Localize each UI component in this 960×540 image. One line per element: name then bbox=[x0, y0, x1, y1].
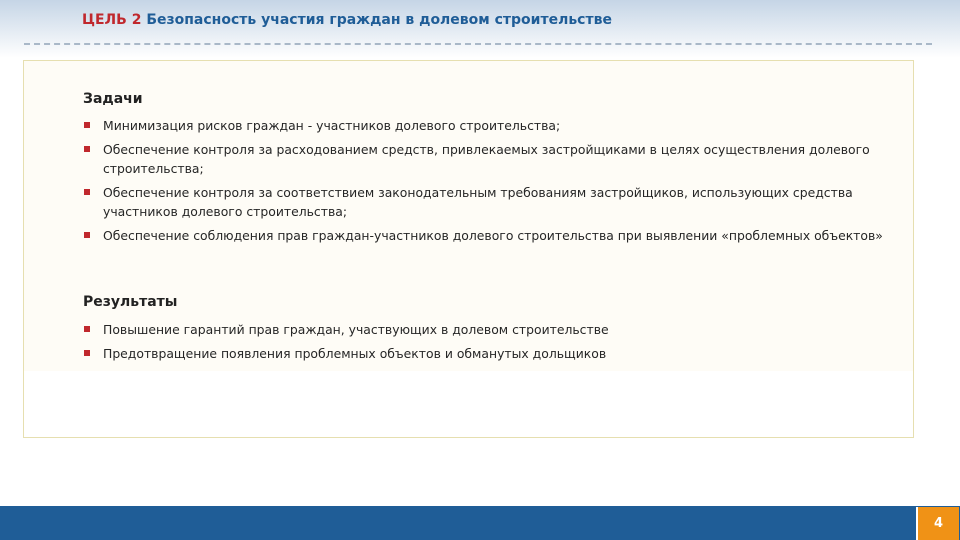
task-text: Обеспечение контроля за расходованием ср… bbox=[103, 142, 870, 176]
footer-bar bbox=[0, 506, 960, 540]
slide-title-text: Безопасность участия граждан в долевом с… bbox=[146, 12, 612, 28]
content-panel: Задачи Минимизация рисков граждан - учас… bbox=[23, 60, 914, 438]
list-item: Повышение гарантий прав граждан, участву… bbox=[83, 320, 903, 339]
result-text: Предотвращение появления проблемных объе… bbox=[103, 346, 607, 361]
task-text: Обеспечение соблюдения прав граждан-учас… bbox=[103, 228, 883, 243]
result-text: Повышение гарантий прав граждан, участву… bbox=[103, 322, 609, 337]
square-bullet-icon bbox=[84, 350, 90, 356]
header-divider bbox=[24, 43, 932, 45]
task-text: Минимизация рисков граждан - участников … bbox=[103, 118, 561, 133]
list-item: Минимизация рисков граждан - участников … bbox=[83, 116, 903, 135]
header-band bbox=[0, 0, 960, 58]
square-bullet-icon bbox=[84, 326, 90, 332]
results-list: Повышение гарантий прав граждан, участву… bbox=[83, 320, 903, 368]
page-number-badge: 4 bbox=[916, 507, 959, 540]
square-bullet-icon bbox=[84, 146, 90, 152]
slide-title-lead: ЦЕЛЬ 2 bbox=[82, 12, 142, 28]
square-bullet-icon bbox=[84, 189, 90, 195]
task-text: Обеспечение контроля за соответствием за… bbox=[103, 185, 853, 219]
tasks-heading: Задачи bbox=[83, 91, 143, 107]
tasks-list: Минимизация рисков граждан - участников … bbox=[83, 116, 903, 250]
list-item: Обеспечение соблюдения прав граждан-учас… bbox=[83, 226, 903, 245]
square-bullet-icon bbox=[84, 122, 90, 128]
list-item: Обеспечение контроля за расходованием ср… bbox=[83, 140, 903, 178]
square-bullet-icon bbox=[84, 232, 90, 238]
list-item: Обеспечение контроля за соответствием за… bbox=[83, 183, 903, 221]
slide-title: ЦЕЛЬ 2 Безопасность участия граждан в до… bbox=[82, 12, 612, 28]
list-item: Предотвращение появления проблемных объе… bbox=[83, 344, 903, 363]
results-heading: Результаты bbox=[83, 294, 178, 310]
